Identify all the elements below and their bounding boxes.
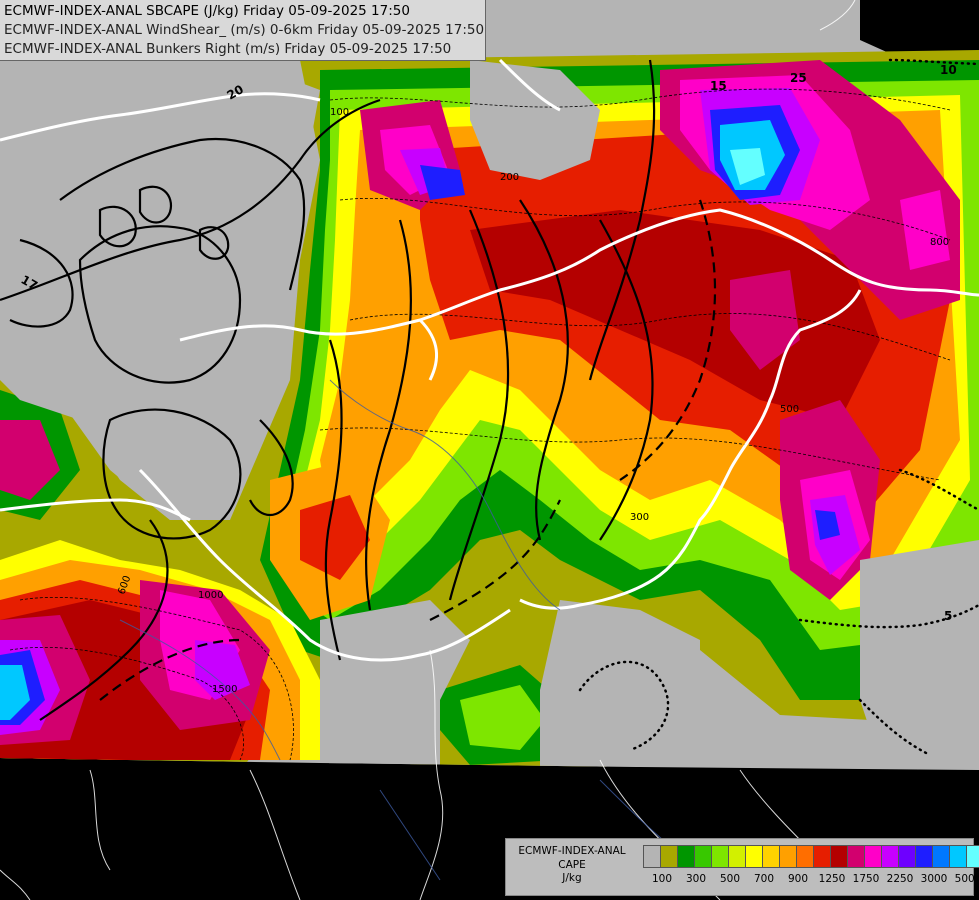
legend-swatch [661, 846, 678, 867]
contour-label: 200 [500, 172, 519, 183]
below-threshold-se [860, 540, 979, 760]
legend-tick-label: 2250 [886, 873, 914, 885]
header-box: ECMWF-INDEX-ANAL SBCAPE (J/kg) Friday 05… [0, 0, 486, 61]
contour-label: 300 [630, 512, 649, 523]
legend-tick-label: 1250 [818, 873, 846, 885]
title-line-sbcape: ECMWF-INDEX-ANAL SBCAPE (J/kg) Friday 05… [4, 3, 410, 19]
legend-swatch [797, 846, 814, 867]
legend-swatches [643, 845, 979, 868]
legend-swatch [712, 846, 729, 867]
contour-label: 1000 [198, 590, 223, 601]
legend-title-unit: J/kg [562, 872, 582, 884]
legend-swatch [678, 846, 695, 867]
legend-swatch [882, 846, 899, 867]
contour-label: 1500 [212, 684, 237, 695]
legend-swatch [848, 846, 865, 867]
legend-swatch [814, 846, 831, 867]
legend-swatch [950, 846, 967, 867]
contour-label: 100 [330, 107, 349, 118]
legend-swatch [746, 846, 763, 867]
legend-swatch [644, 846, 661, 867]
legend-swatch [780, 846, 797, 867]
legend-ticks: 100 300 500 700 900 1250 1750 2250 3000 5000 [643, 873, 979, 887]
legend-tick-label: 5000 [954, 873, 979, 885]
contour-label: 5 [944, 609, 952, 623]
legend-swatch [865, 846, 882, 867]
contour-label: 25 [790, 71, 807, 85]
legend-tick-label: 700 [753, 873, 775, 885]
contour-label: 500 [780, 404, 799, 415]
legend-tick-label: 3000 [920, 873, 948, 885]
contour-label: 800 [930, 237, 949, 248]
legend-swatch [933, 846, 950, 867]
legend-swatch [967, 846, 979, 867]
legend-tick-label: 300 [685, 873, 707, 885]
legend-swatch [763, 846, 780, 867]
legend-tick-label: 900 [787, 873, 809, 885]
contour-label: 15 [710, 79, 727, 93]
legend-swatch [695, 846, 712, 867]
cape-map: 10 15 20 100 200 300 500 600 800 1000 15… [0, 0, 979, 900]
legend-title-variable: CAPE [558, 858, 586, 871]
legend-swatch [916, 846, 933, 867]
legend-tick-label: 1750 [852, 873, 880, 885]
title-line-bunkers: ECMWF-INDEX-ANAL Bunkers Right (m/s) Fri… [4, 41, 452, 57]
legend-swatch [831, 846, 848, 867]
legend-tick-label: 500 [719, 873, 741, 885]
domain-fields [0, 0, 979, 770]
legend-swatch [899, 846, 916, 867]
legend-tick-label: 100 [651, 873, 673, 885]
legend-swatch [729, 846, 746, 867]
title-line-windshear: ECMWF-INDEX-ANAL WindShear_ (m/s) 0-6km … [4, 22, 485, 38]
legend-title-model: ECMWF-INDEX-ANAL [518, 845, 626, 857]
legend-title: ECMWF-INDEX-ANAL CAPE J/kg [508, 845, 636, 886]
contour-label: 10 [940, 63, 957, 77]
color-legend: ECMWF-INDEX-ANAL CAPE J/kg 100 300 500 700 9… [505, 838, 979, 896]
